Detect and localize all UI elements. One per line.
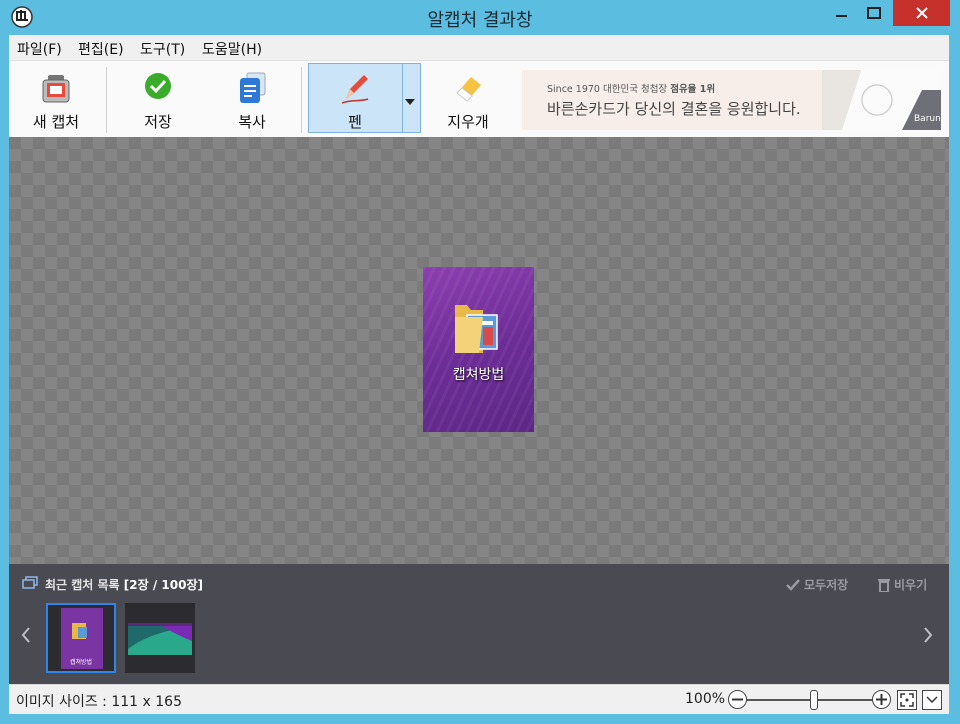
capture-thumbnail[interactable]: 캡쳐방법: [46, 603, 116, 673]
menu-file[interactable]: 파일(F): [17, 39, 62, 59]
window-title: 알캡처 결과창: [427, 10, 533, 31]
zoom-slider-thumb[interactable]: [810, 690, 818, 710]
trash-icon: [878, 578, 890, 592]
menu-edit[interactable]: 편집(E): [78, 39, 124, 59]
pen-button[interactable]: 펜: [309, 63, 401, 133]
chevron-down-icon: [926, 696, 938, 704]
capture-list-icon: [22, 576, 38, 589]
menu-bar: 파일(F) 편집(E) 도구(T) 도움말(H): [9, 35, 949, 60]
more-options-button[interactable]: [922, 690, 942, 710]
pen-split-divider: [402, 63, 403, 133]
scroll-left-button[interactable]: [21, 624, 31, 649]
status-bar: 이미지 사이즈 : 111 x 165 100%: [9, 684, 949, 714]
toolbar: 새 캡처 저장 복사 펜 지우개 Since 1970 대한민국 청첩장 점유율…: [9, 60, 949, 137]
clear-label: 비우기: [894, 578, 928, 592]
chevron-down-icon: [405, 99, 415, 105]
scroll-right-button[interactable]: [923, 624, 933, 649]
minus-icon: [732, 698, 743, 701]
image-size-text: 이미지 사이즈 : 111 x 165: [16, 694, 182, 710]
recent-title-text: 최근 캡처 목록: [45, 578, 124, 592]
pen-dropdown-button[interactable]: [404, 91, 416, 110]
zoom-in-button[interactable]: [872, 690, 891, 709]
copy-button[interactable]: 복사: [211, 63, 293, 133]
check-icon: [141, 71, 175, 105]
zoom-out-button[interactable]: [728, 690, 747, 709]
maximize-button[interactable]: [856, 0, 892, 26]
captured-image[interactable]: 캡쳐방법: [423, 267, 534, 432]
new-capture-button[interactable]: 새 캡처: [15, 63, 97, 133]
chevron-left-icon: [21, 627, 30, 643]
save-button[interactable]: 저장: [117, 63, 199, 133]
close-icon: [915, 7, 928, 19]
check-icon: [786, 578, 800, 591]
ad-tagline: Since 1970 대한민국 청첩장 점유율 1위: [547, 81, 715, 95]
new-capture-label: 새 캡처: [32, 113, 80, 131]
new-capture-icon: [39, 71, 73, 105]
copy-label: 복사: [238, 113, 266, 131]
save-label: 저장: [144, 113, 172, 131]
chevron-right-icon: [924, 627, 933, 643]
recent-captures-title: 최근 캡처 목록 [2장 / 100장]: [45, 576, 203, 593]
copy-icon: [235, 71, 269, 105]
maximize-icon: [867, 7, 881, 19]
menu-help[interactable]: 도움말(H): [202, 39, 262, 59]
plus-icon: [876, 694, 887, 705]
save-all-label: 모두저장: [804, 578, 849, 592]
recent-captures-panel: 최근 캡처 목록 [2장 / 100장] 모두저장 비우기 캡쳐방법: [9, 564, 949, 684]
ad-tagline-text: Since 1970 대한민국 청첩장: [547, 84, 671, 95]
ad-tagline-bold: 점유율 1위: [670, 84, 716, 95]
captured-folder-label: 캡쳐방법: [452, 367, 505, 383]
capture-canvas[interactable]: 캡쳐방법: [9, 137, 949, 564]
toolbar-divider: [106, 67, 107, 133]
close-button[interactable]: [893, 0, 950, 26]
ad-headline: 바른손카드가 당신의 결혼을 응원합니다.: [547, 100, 801, 118]
ad-brand: Baruns: [914, 114, 941, 124]
save-all-button[interactable]: 모두저장: [786, 576, 848, 593]
eraser-button[interactable]: 지우개: [427, 63, 509, 133]
fit-screen-icon: [900, 693, 914, 707]
minimize-icon: [836, 15, 847, 17]
menu-tools[interactable]: 도구(T): [140, 39, 185, 59]
advertisement-banner[interactable]: Since 1970 대한민국 청첩장 점유율 1위 바른손카드가 당신의 결혼…: [522, 70, 941, 130]
recent-count: [2장 / 100장]: [123, 578, 203, 592]
fit-to-window-button[interactable]: [897, 690, 917, 710]
title-bar[interactable]: 알캡처 결과창: [0, 0, 960, 34]
capture-thumbnail[interactable]: [125, 603, 195, 673]
clear-button[interactable]: 비우기: [878, 576, 927, 593]
eraser-icon: [451, 71, 485, 105]
thumbnail-label: 캡쳐방법: [69, 659, 93, 666]
pen-label: 펜: [348, 113, 362, 131]
eraser-label: 지우개: [447, 113, 489, 131]
folder-icon: [455, 305, 498, 353]
zoom-level-text: 100%: [685, 691, 726, 707]
toolbar-divider: [301, 67, 302, 133]
thumbnail-image: [128, 623, 192, 655]
pen-icon: [338, 71, 372, 105]
app-window: 알캡처 결과창 파일(F) 편집(E) 도구(T) 도움말(H) 새 캡처 저장…: [0, 0, 960, 724]
